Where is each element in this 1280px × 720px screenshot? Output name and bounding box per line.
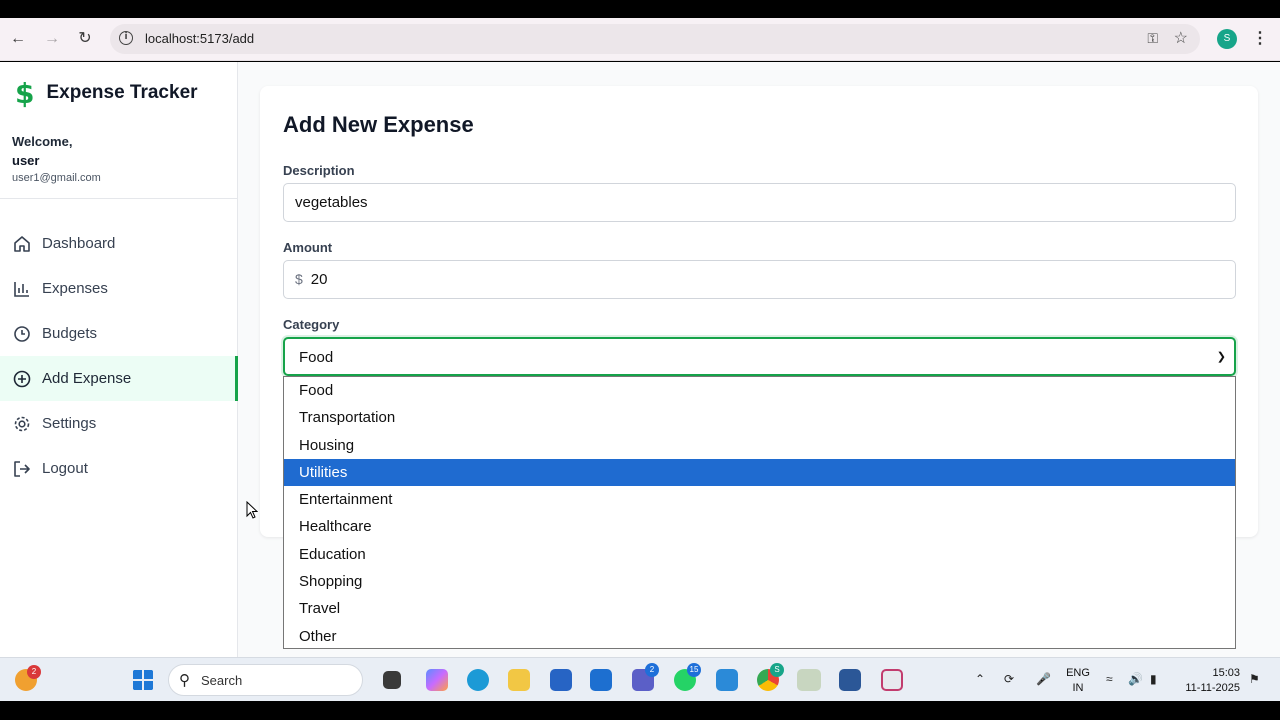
user-info: Welcome, user user1@gmail.com <box>12 134 101 184</box>
wifi-icon[interactable]: ≈ <box>1106 672 1113 686</box>
sidebar-item-expenses[interactable]: Expenses <box>0 266 238 311</box>
screen: ← → ↻ i localhost:5173/add ⚿ ☆ S ⋮ $ Exp… <box>0 0 1280 720</box>
microphone-icon[interactable]: 🎤 <box>1036 672 1051 686</box>
sidebar-nav: Dashboard Expenses Budgets Add Expense S… <box>0 221 238 491</box>
taskbar-search[interactable]: ⚲ Search <box>168 664 363 696</box>
url-text[interactable]: localhost:5173/add <box>145 31 254 46</box>
home-icon <box>14 235 30 252</box>
search-icon: ⚲ <box>179 672 190 689</box>
lang-top: ENG <box>1066 667 1090 679</box>
amount-label: Amount <box>283 240 333 255</box>
clock-time: 15:03 <box>1212 667 1240 679</box>
bar-chart-icon <box>14 281 29 297</box>
bookmark-star-icon[interactable]: ☆ <box>1174 28 1188 48</box>
sidebar-item-logout[interactable]: Logout <box>0 446 238 491</box>
sync-icon[interactable]: ⟳ <box>1004 672 1014 686</box>
screen-border <box>0 701 1280 720</box>
dropdown-option[interactable]: Travel <box>284 595 1235 622</box>
brand: $ Expense Tracker <box>15 76 198 110</box>
username: user <box>12 153 40 168</box>
sidebar-divider <box>0 198 237 199</box>
wallet-icon <box>14 325 30 342</box>
profile-avatar[interactable]: S <box>1217 29 1237 49</box>
outlook-icon[interactable] <box>590 669 612 691</box>
battery-icon[interactable]: ▮ <box>1150 672 1157 686</box>
dropdown-option[interactable]: Shopping <box>284 568 1235 595</box>
welcome-text: Welcome, <box>12 134 73 149</box>
site-info-icon[interactable]: i <box>119 31 133 45</box>
teams-badge: 2 <box>645 663 659 677</box>
word-icon[interactable] <box>839 669 861 691</box>
dollar-logo-icon: $ <box>15 76 35 110</box>
folder-icon[interactable] <box>508 669 530 691</box>
system-clock[interactable]: 15:03 11-11-2025 <box>1180 666 1240 696</box>
forward-arrow-icon[interactable]: → <box>42 29 62 49</box>
sidebar-item-label: Dashboard <box>42 235 116 252</box>
dropdown-option[interactable]: Other <box>284 623 1235 650</box>
sidebar-item-settings[interactable]: Settings <box>0 401 238 446</box>
dropdown-option[interactable]: Food <box>284 377 1235 404</box>
sidebar-item-label: Logout <box>42 460 88 477</box>
language-indicator[interactable]: ENG IN <box>1066 666 1090 696</box>
sidebar-item-dashboard[interactable]: Dashboard <box>0 221 238 266</box>
lang-bottom: IN <box>1072 682 1084 694</box>
chevron-up-icon[interactable]: ⌃ <box>975 672 985 686</box>
dropdown-option-highlighted[interactable]: Utilities <box>284 458 1235 487</box>
category-dropdown-list: Food Transportation Housing Utilities En… <box>283 376 1236 649</box>
mouse-cursor-icon <box>246 501 258 519</box>
snipping-tool-icon[interactable] <box>881 669 903 691</box>
user-email: user1@gmail.com <box>12 172 101 184</box>
amount-input[interactable]: $20 <box>283 260 1236 299</box>
dropdown-option[interactable]: Education <box>284 541 1235 568</box>
clock-date: 11-11-2025 <box>1185 682 1240 694</box>
sidebar-item-add-expense[interactable]: Add Expense <box>0 356 238 401</box>
chevron-down-icon: ❯ <box>1216 351 1226 363</box>
file-explorer-dark-icon[interactable] <box>383 671 401 689</box>
brand-name: Expense Tracker <box>46 82 198 103</box>
notification-bell-icon[interactable]: ⚑ <box>1249 672 1260 686</box>
password-key-icon[interactable]: ⚿ <box>1147 30 1158 47</box>
logout-icon <box>14 460 30 477</box>
plus-circle-icon <box>13 370 31 387</box>
category-select[interactable]: Food ❯ <box>283 337 1236 376</box>
sidebar-item-label: Expenses <box>42 280 108 297</box>
store-icon[interactable] <box>550 669 572 691</box>
dropdown-option[interactable]: Entertainment <box>284 486 1235 513</box>
sidebar-item-label: Budgets <box>42 325 98 342</box>
description-label: Description <box>283 163 355 178</box>
sidebar: $ Expense Tracker Welcome, user user1@gm… <box>0 62 238 657</box>
sidebar-item-budgets[interactable]: Budgets <box>0 311 238 356</box>
category-value: Food <box>299 349 334 366</box>
dropdown-option[interactable]: Housing <box>284 432 1235 459</box>
browser-toolbar: ← → ↻ i localhost:5173/add ⚿ ☆ S ⋮ <box>0 18 1280 61</box>
taskbar: 2 ⚲ Search 2 15 S ⌃ ⟳ 🎤 ENG IN ≈ 🔊 ▮ 15:… <box>0 657 1280 701</box>
dropdown-option[interactable]: Healthcare <box>284 513 1235 540</box>
copilot-icon[interactable] <box>426 669 448 691</box>
currency-symbol: $ <box>295 271 303 287</box>
windows-start-icon[interactable] <box>132 669 154 691</box>
address-bar[interactable]: i localhost:5173/add ⚿ ☆ <box>110 24 1200 54</box>
reload-icon[interactable]: ↻ <box>75 29 95 49</box>
sidebar-item-label: Add Expense <box>42 370 132 387</box>
browser-menu-icon[interactable]: ⋮ <box>1252 28 1268 48</box>
page-title: Add New Expense <box>283 112 474 137</box>
gear-icon <box>14 416 30 431</box>
description-value: vegetables <box>295 194 368 211</box>
taskbar-search-placeholder: Search <box>201 673 243 688</box>
whatsapp-badge: 15 <box>687 663 701 677</box>
edge-browser-icon[interactable] <box>467 669 489 691</box>
chrome-profile-badge: S <box>770 663 784 677</box>
dropdown-option[interactable]: Transportation <box>284 404 1235 431</box>
back-arrow-icon[interactable]: ← <box>8 29 28 49</box>
widgets-badge: 2 <box>27 665 41 679</box>
sidebar-item-label: Settings <box>42 415 97 432</box>
description-input[interactable]: vegetables <box>283 183 1236 222</box>
mongodb-compass-icon[interactable] <box>797 669 821 691</box>
volume-icon[interactable]: 🔊 <box>1128 672 1143 686</box>
vscode-icon[interactable] <box>716 669 738 691</box>
amount-value: 20 <box>310 271 328 288</box>
category-label: Category <box>283 317 340 332</box>
